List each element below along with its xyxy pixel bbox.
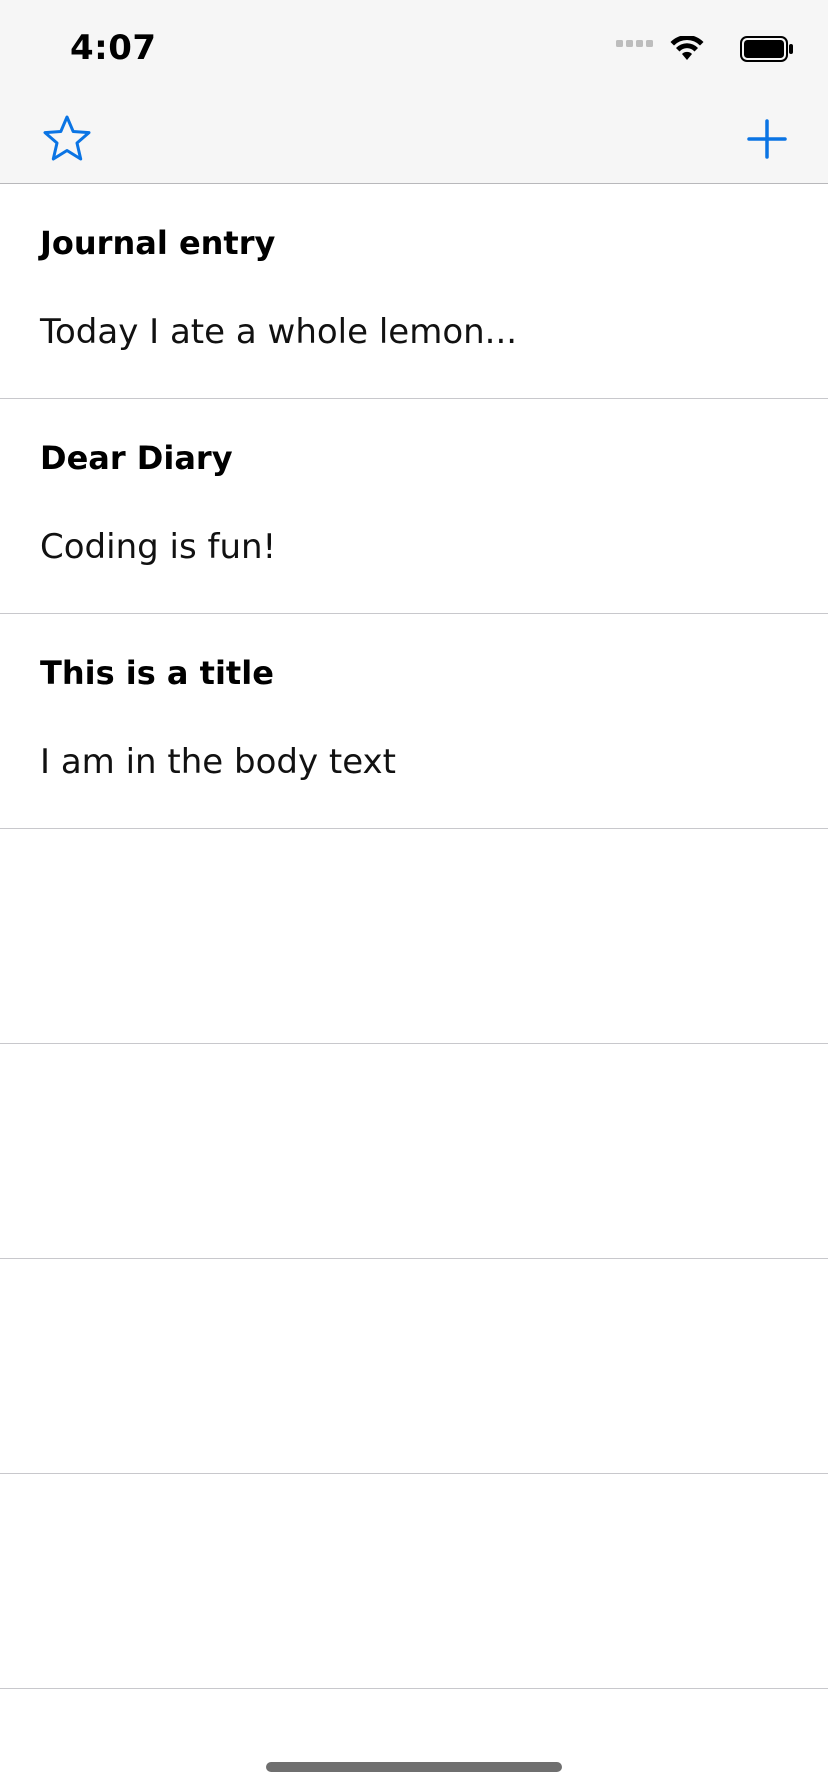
entry-body: Coding is fun! (40, 527, 277, 567)
cellular-signal-icon (616, 40, 653, 47)
entry-body: Today I ate a whole lemon... (40, 312, 518, 352)
list-item[interactable]: This is a title I am in the body text (0, 614, 828, 829)
entry-title: This is a title (40, 654, 274, 692)
battery-icon (740, 36, 793, 62)
empty-list-row (0, 1044, 828, 1259)
wifi-icon (670, 36, 704, 60)
entry-body: I am in the body text (40, 742, 397, 782)
empty-list-row (0, 829, 828, 1044)
entries-list: Journal entry Today I ate a whole lemon.… (0, 184, 828, 1689)
plus-icon (747, 119, 787, 159)
list-item[interactable]: Journal entry Today I ate a whole lemon.… (0, 184, 828, 399)
empty-list-row (0, 1474, 828, 1689)
favorites-button[interactable] (42, 114, 92, 164)
home-indicator[interactable] (266, 1762, 562, 1772)
list-item[interactable]: Dear Diary Coding is fun! (0, 399, 828, 614)
empty-list-row (0, 1259, 828, 1474)
entry-title: Dear Diary (40, 439, 233, 477)
add-entry-button[interactable] (746, 118, 788, 160)
entry-title: Journal entry (40, 224, 276, 262)
top-bar: 4:07 (0, 0, 828, 184)
star-icon (43, 115, 91, 161)
status-time: 4:07 (70, 28, 157, 68)
